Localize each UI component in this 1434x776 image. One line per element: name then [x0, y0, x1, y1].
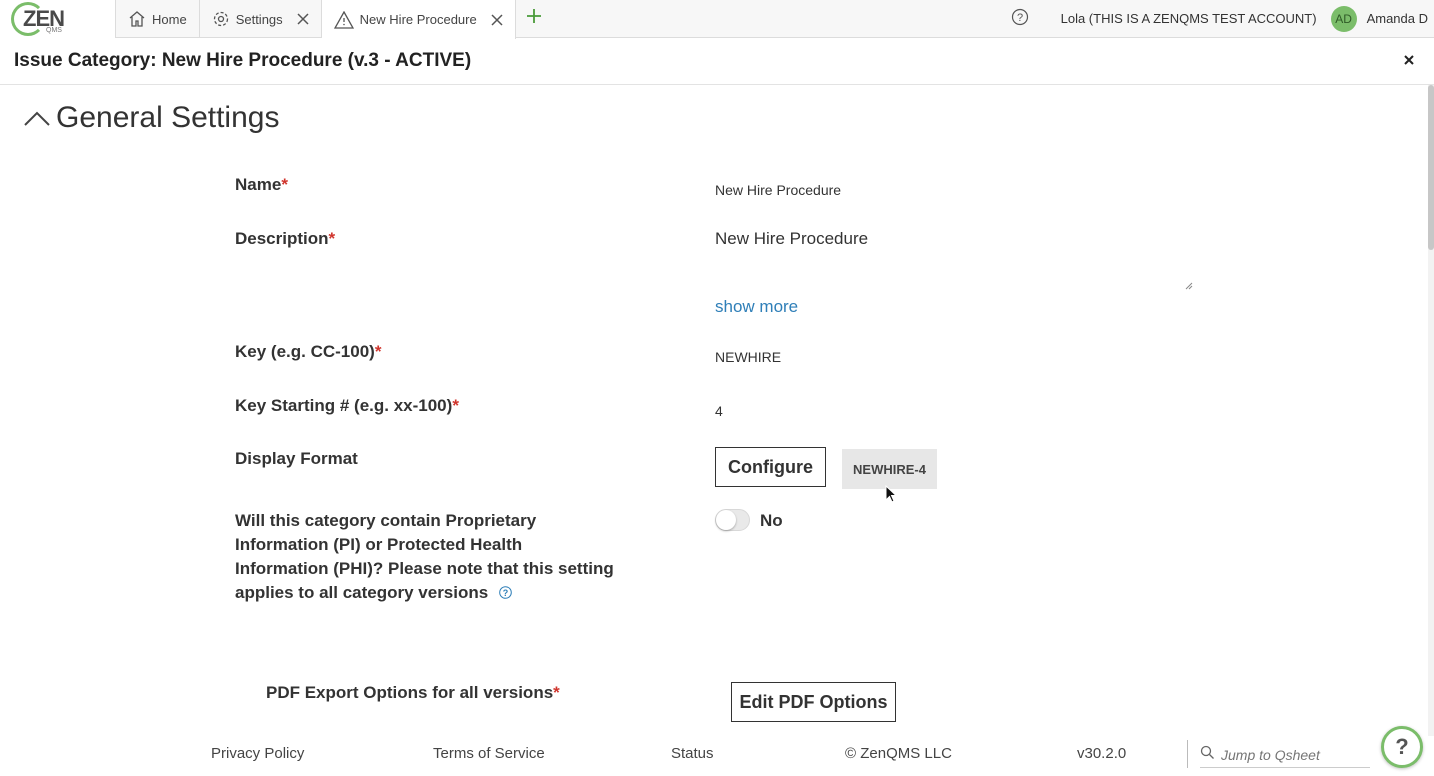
home-icon	[128, 10, 146, 28]
user-name[interactable]: Amanda D	[1367, 11, 1428, 26]
chevron-up-icon	[22, 108, 52, 128]
key-label: Key (e.g. CC-100)*	[235, 342, 382, 361]
user-area: ? Lola (THIS IS A ZENQMS TEST ACCOUNT) A…	[1011, 0, 1434, 37]
page-header: Issue Category: New Hire Procedure (v.3 …	[0, 38, 1434, 85]
copyright-text: © ZenQMS LLC	[845, 745, 952, 762]
display-format-label: Display Format	[235, 449, 358, 468]
key-field[interactable]: NEWHIRE	[715, 349, 781, 365]
logo-subtext: QMS	[46, 27, 62, 34]
show-more-link[interactable]: show more	[715, 297, 798, 317]
plus-icon	[526, 8, 542, 29]
pi-phi-toggle[interactable]	[715, 509, 750, 531]
description-text: New Hire Procedure	[715, 229, 869, 248]
search-icon	[1200, 745, 1215, 764]
tab-settings-label: Settings	[235, 11, 283, 27]
configure-button[interactable]: Configure	[715, 447, 826, 487]
display-format-preview: NEWHIRE-4	[842, 449, 937, 489]
close-panel-button[interactable]	[1398, 50, 1420, 72]
content-scrollbar[interactable]	[1428, 85, 1434, 736]
page-title: Issue Category: New Hire Procedure (v.3 …	[14, 50, 472, 71]
tab-home[interactable]: Home	[116, 0, 200, 38]
description-label: Description*	[235, 229, 336, 248]
pi-phi-question: Will this category contain Proprietary I…	[235, 509, 615, 606]
resize-grip-icon[interactable]	[1185, 277, 1193, 295]
tab-settings[interactable]: Settings	[200, 0, 322, 38]
tab-home-label: Home	[152, 11, 187, 27]
tab-new-hire-label: New Hire Procedure	[359, 12, 477, 27]
scrollbar-thumb[interactable]	[1428, 85, 1434, 250]
name-label: Name*	[235, 175, 288, 194]
jump-to-qsheet-input[interactable]	[1221, 746, 1361, 763]
section-title: General Settings	[56, 101, 280, 134]
help-widget-button[interactable]: ?	[1381, 726, 1423, 768]
section-header-general-settings[interactable]: General Settings	[22, 101, 279, 135]
key-start-field[interactable]: 4	[715, 403, 723, 419]
status-link[interactable]: Status	[671, 745, 714, 762]
info-icon[interactable]: ?	[499, 582, 512, 606]
key-start-label: Key Starting # (e.g. xx-100)*	[235, 396, 459, 415]
close-tab-new-hire-icon[interactable]	[491, 13, 503, 26]
svg-text:?: ?	[503, 587, 509, 597]
warning-triangle-icon	[333, 10, 354, 29]
tab-new-hire-procedure[interactable]: New Hire Procedure	[321, 0, 516, 39]
new-tab-button[interactable]	[516, 0, 552, 37]
pdf-export-label: PDF Export Options for all versions*	[266, 683, 560, 702]
version-text: v30.2.0	[1077, 745, 1127, 762]
edit-pdf-options-button[interactable]: Edit PDF Options	[731, 682, 896, 722]
help-widget-label: ?	[1395, 734, 1409, 759]
main-content: General Settings Name* New Hire Procedur…	[0, 85, 1428, 736]
avatar[interactable]: AD	[1330, 5, 1357, 32]
mouse-cursor-icon	[885, 484, 899, 510]
pi-phi-toggle-label: No	[760, 511, 783, 530]
top-bar: ZEN QMS Home Settings New Hire Procedure	[0, 0, 1434, 39]
name-field[interactable]: New Hire Procedure	[715, 182, 841, 198]
close-icon	[1404, 52, 1414, 70]
gear-icon	[212, 10, 230, 28]
jump-to-qsheet	[1200, 742, 1370, 768]
help-icon[interactable]: ?	[1011, 8, 1029, 29]
close-tab-settings-icon[interactable]	[297, 13, 309, 25]
privacy-policy-link[interactable]: Privacy Policy	[211, 745, 304, 762]
zenqms-logo[interactable]: ZEN QMS	[0, 0, 116, 38]
toggle-knob	[716, 510, 736, 530]
terms-of-service-link[interactable]: Terms of Service	[433, 745, 545, 762]
footer-divider	[1187, 740, 1188, 768]
account-name[interactable]: Lola (THIS IS A ZENQMS TEST ACCOUNT)	[1061, 11, 1317, 26]
footer: Privacy Policy Terms of Service Status ©…	[0, 726, 1434, 776]
svg-text:?: ?	[1017, 12, 1023, 24]
description-field[interactable]: New Hire Procedure	[715, 225, 1195, 297]
